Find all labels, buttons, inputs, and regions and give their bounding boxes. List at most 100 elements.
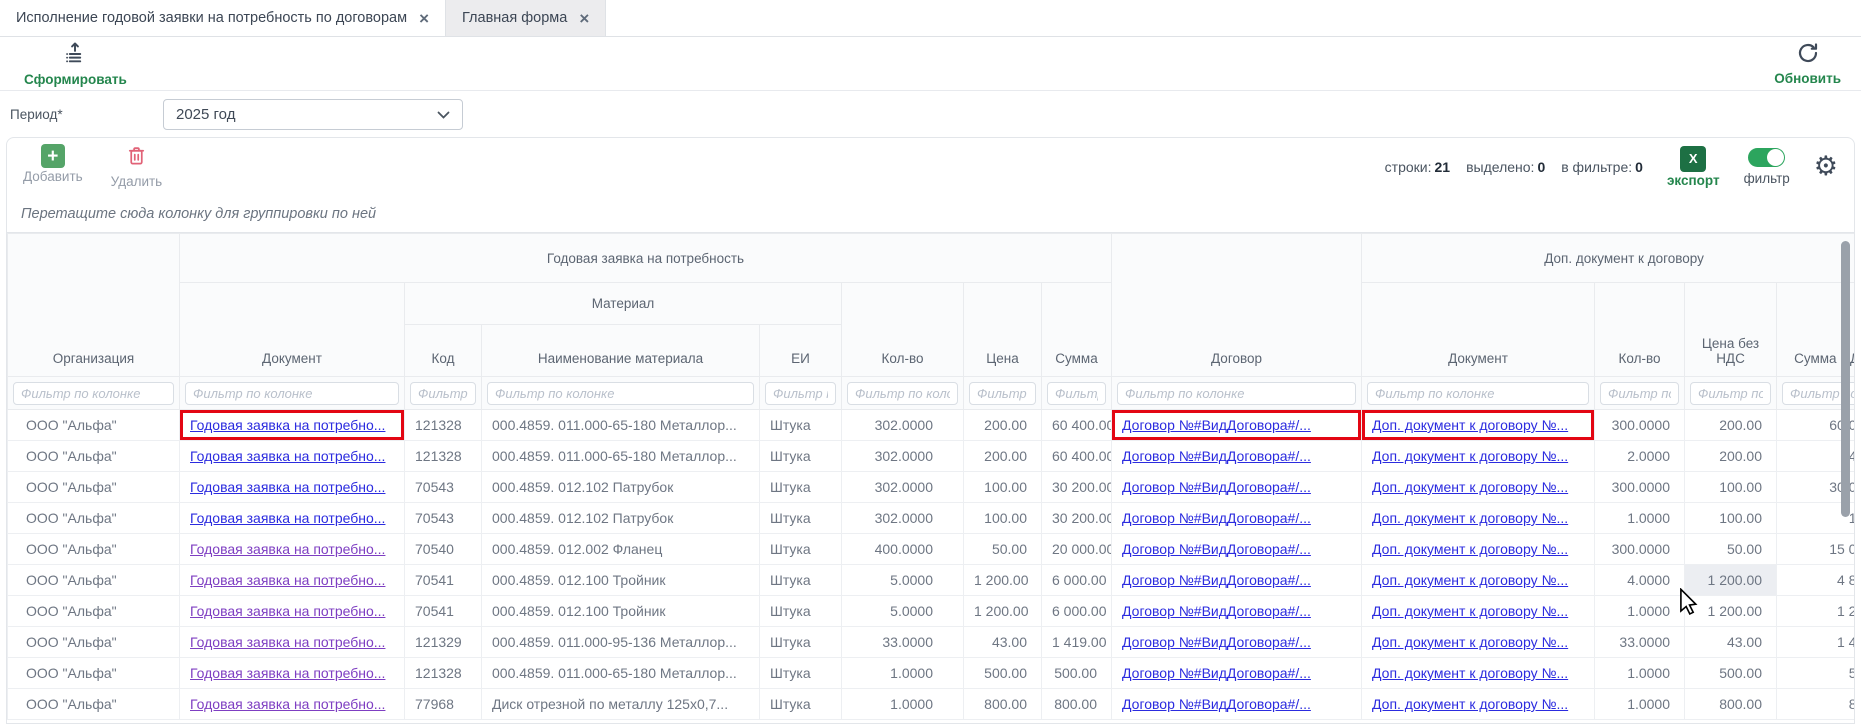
contract-link[interactable]: Договор №#ВидДоговора#/... bbox=[1122, 603, 1311, 619]
addendum-link[interactable]: Доп. документ к договору №... bbox=[1372, 510, 1568, 526]
annual-request-link[interactable]: Годовая заявка на потребно... bbox=[190, 479, 385, 495]
cell-unit: Штука bbox=[760, 441, 842, 472]
column-header-contract[interactable]: Договор bbox=[1112, 234, 1362, 377]
refresh-button[interactable]: Обновить bbox=[1774, 41, 1841, 86]
annual-request-link[interactable]: Годовая заявка на потребно... bbox=[190, 665, 385, 681]
cell-price-no-vat: 500.00 bbox=[1685, 658, 1777, 689]
column-header-price-no-vat[interactable]: Цена без НДС bbox=[1685, 283, 1777, 377]
cell-material: 000.4859. 012.102 Патрубок bbox=[482, 503, 760, 534]
table-row[interactable]: ООО "Альфа" Годовая заявка на потребно..… bbox=[8, 658, 1855, 689]
filter-input-price-no-vat[interactable] bbox=[1690, 382, 1771, 405]
column-header-sum[interactable]: Сумма bbox=[1042, 283, 1112, 377]
cell-document: Годовая заявка на потребно... bbox=[180, 565, 405, 596]
table-row[interactable]: ООО "Альфа" Годовая заявка на потребно..… bbox=[8, 689, 1855, 720]
scrollbar-thumb[interactable] bbox=[1841, 241, 1850, 517]
cell-price: 43.00 bbox=[964, 627, 1042, 658]
annual-request-link[interactable]: Годовая заявка на потребно... bbox=[190, 572, 385, 588]
column-header-unit[interactable]: ЕИ bbox=[760, 325, 842, 377]
column-header-code[interactable]: Код bbox=[405, 325, 482, 377]
filter-input-price[interactable] bbox=[969, 382, 1036, 405]
column-header-qty[interactable]: Кол-во bbox=[842, 283, 964, 377]
table-row[interactable]: ООО "Альфа" Годовая заявка на потребно..… bbox=[8, 503, 1855, 534]
cell-organization: ООО "Альфа" bbox=[8, 472, 180, 503]
cell-price: 100.00 bbox=[964, 472, 1042, 503]
addendum-link[interactable]: Доп. документ к договору №... bbox=[1372, 479, 1568, 495]
filter-input-qty-2[interactable] bbox=[1600, 382, 1679, 405]
addendum-link[interactable]: Доп. документ к договору №... bbox=[1372, 448, 1568, 464]
period-select[interactable]: 2025 год bbox=[163, 99, 463, 130]
cell-qty-2: 1.0000 bbox=[1595, 596, 1685, 627]
filter-input-document-2[interactable] bbox=[1367, 382, 1589, 405]
annual-request-link[interactable]: Годовая заявка на потребно... bbox=[190, 541, 385, 557]
contract-link[interactable]: Договор №#ВидДоговора#/... bbox=[1122, 696, 1311, 712]
cell-document: Годовая заявка на потребно... bbox=[180, 410, 405, 441]
filter-input-sum[interactable] bbox=[1047, 382, 1106, 405]
annual-request-link[interactable]: Годовая заявка на потребно... bbox=[190, 696, 385, 712]
cell-document: Годовая заявка на потребно... bbox=[180, 689, 405, 720]
cell-addendum-document: Доп. документ к договору №... bbox=[1362, 596, 1595, 627]
annual-request-link[interactable]: Годовая заявка на потребно... bbox=[190, 603, 385, 619]
contract-link[interactable]: Договор №#ВидДоговора#/... bbox=[1122, 479, 1311, 495]
column-header-document-2[interactable]: Документ bbox=[1362, 283, 1595, 377]
delete-row-button[interactable]: Удалить bbox=[111, 144, 163, 189]
column-header-material-name[interactable]: Наименование материала bbox=[482, 325, 760, 377]
column-header-qty-2[interactable]: Кол-во bbox=[1595, 283, 1685, 377]
annual-request-link[interactable]: Годовая заявка на потребно... bbox=[190, 417, 385, 433]
addendum-link[interactable]: Доп. документ к договору №... bbox=[1372, 541, 1568, 557]
filter-input-document[interactable] bbox=[185, 382, 399, 405]
table-row[interactable]: ООО "Альфа" Годовая заявка на потребно..… bbox=[8, 472, 1855, 503]
cell-material: 000.4859. 012.100 Тройник bbox=[482, 565, 760, 596]
filter-input-code[interactable] bbox=[410, 382, 476, 405]
grid-stats: строки:21 выделено:0 в фильтре:0 bbox=[1385, 159, 1643, 175]
vertical-scrollbar[interactable] bbox=[1839, 234, 1852, 723]
table-row[interactable]: ООО "Альфа" Годовая заявка на потребно..… bbox=[8, 534, 1855, 565]
contract-link[interactable]: Договор №#ВидДоговора#/... bbox=[1122, 634, 1311, 650]
column-header-organization[interactable]: Организация bbox=[8, 234, 180, 377]
contract-link[interactable]: Договор №#ВидДоговора#/... bbox=[1122, 572, 1311, 588]
group-by-drop-zone[interactable]: Перетащите сюда колонку для группировки … bbox=[7, 195, 1854, 233]
table-row[interactable]: ООО "Альфа" Годовая заявка на потребно..… bbox=[8, 596, 1855, 627]
contract-link[interactable]: Договор №#ВидДоговора#/... bbox=[1122, 448, 1311, 464]
addendum-link[interactable]: Доп. документ к договору №... bbox=[1372, 572, 1568, 588]
tab-annual-request-execution[interactable]: Исполнение годовой заявки на потребность… bbox=[0, 0, 446, 36]
close-icon[interactable]: × bbox=[579, 10, 589, 27]
column-header-document[interactable]: Документ bbox=[180, 283, 405, 377]
table-row[interactable]: ООО "Альфа" Годовая заявка на потребно..… bbox=[8, 410, 1855, 441]
filter-input-qty[interactable] bbox=[847, 382, 958, 405]
annual-request-link[interactable]: Годовая заявка на потребно... bbox=[190, 634, 385, 650]
contract-link[interactable]: Договор №#ВидДоговора#/... bbox=[1122, 665, 1311, 681]
cell-qty: 5.0000 bbox=[842, 565, 964, 596]
tab-main-form[interactable]: Главная форма × bbox=[446, 0, 606, 36]
chevron-down-icon bbox=[437, 106, 450, 123]
generate-report-icon bbox=[62, 41, 88, 71]
contract-link[interactable]: Договор №#ВидДоговора#/... bbox=[1122, 417, 1311, 433]
toggle-on-icon[interactable] bbox=[1748, 148, 1785, 167]
addendum-link[interactable]: Доп. документ к договору №... bbox=[1372, 417, 1568, 433]
table-row[interactable]: ООО "Альфа" Годовая заявка на потребно..… bbox=[8, 627, 1855, 658]
filter-input-material[interactable] bbox=[487, 382, 754, 405]
excel-export-button[interactable]: X экспорт bbox=[1667, 146, 1720, 188]
filter-toggle[interactable]: фильтр bbox=[1744, 148, 1790, 186]
annual-request-link[interactable]: Годовая заявка на потребно... bbox=[190, 448, 385, 464]
generate-button[interactable]: Сформировать bbox=[24, 41, 127, 87]
cell-document: Годовая заявка на потребно... bbox=[180, 534, 405, 565]
close-icon[interactable]: × bbox=[419, 10, 429, 27]
filter-input-unit[interactable] bbox=[765, 382, 836, 405]
gear-icon[interactable]: ⚙ bbox=[1814, 153, 1838, 180]
filter-input-contract[interactable] bbox=[1117, 382, 1356, 405]
addendum-link[interactable]: Доп. документ к договору №... bbox=[1372, 696, 1568, 712]
cell-sum: 30 200.00 bbox=[1042, 503, 1112, 534]
filter-label: фильтр bbox=[1744, 171, 1790, 186]
table-row[interactable]: ООО "Альфа" Годовая заявка на потребно..… bbox=[8, 441, 1855, 472]
addendum-link[interactable]: Доп. документ к договору №... bbox=[1372, 634, 1568, 650]
filter-input-organization[interactable] bbox=[13, 382, 174, 405]
addendum-link[interactable]: Доп. документ к договору №... bbox=[1372, 603, 1568, 619]
add-row-button[interactable]: + Добавить bbox=[23, 144, 83, 189]
contract-link[interactable]: Договор №#ВидДоговора#/... bbox=[1122, 510, 1311, 526]
cell-qty: 1.0000 bbox=[842, 658, 964, 689]
column-header-price[interactable]: Цена bbox=[964, 283, 1042, 377]
contract-link[interactable]: Договор №#ВидДоговора#/... bbox=[1122, 541, 1311, 557]
addendum-link[interactable]: Доп. документ к договору №... bbox=[1372, 665, 1568, 681]
table-row[interactable]: ООО "Альфа" Годовая заявка на потребно..… bbox=[8, 565, 1855, 596]
annual-request-link[interactable]: Годовая заявка на потребно... bbox=[190, 510, 385, 526]
